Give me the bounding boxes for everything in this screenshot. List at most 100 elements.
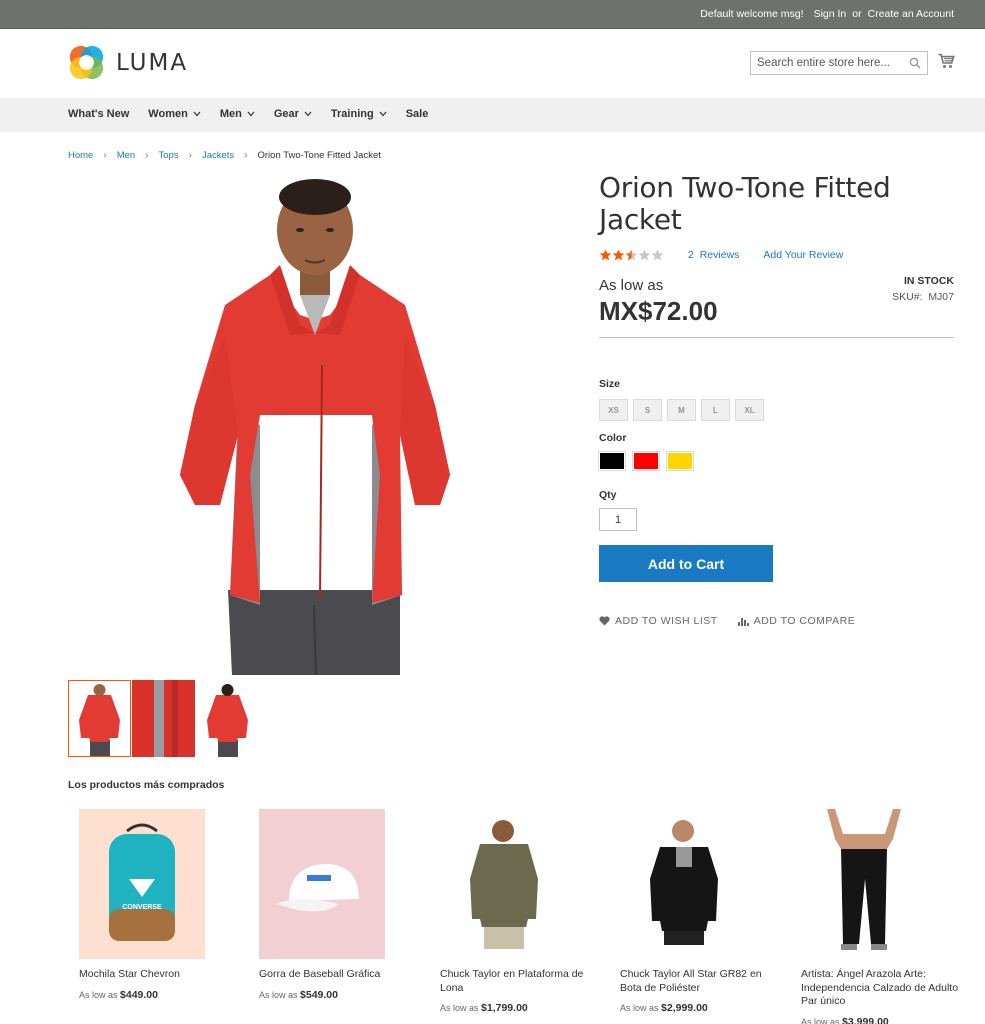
product-image-jacket[interactable]	[620, 809, 746, 959]
related-item-price: $2,999.00	[661, 1002, 708, 1014]
as-low-as-label: As low as	[259, 989, 298, 1000]
chevron-down-icon	[247, 111, 255, 117]
related-item[interactable]: Artista: Ángel Arazola Arte: Independenc…	[801, 809, 961, 1024]
nav-item-label: What's New	[68, 108, 130, 120]
breadcrumb: Home › Men › Tops › Jackets › Orion Two-Tone Fit…	[68, 150, 381, 161]
add-review-link[interactable]: Add Your Review	[763, 249, 843, 261]
size-option-s[interactable]: S	[633, 399, 662, 421]
nav-items: What's New Women Men Gear Training Sale	[68, 108, 447, 120]
as-low-as-label: As low as	[440, 1003, 479, 1013]
compare-label: ADD TO COMPARE	[753, 615, 856, 627]
breadcrumb-link[interactable]: Home	[68, 150, 93, 161]
related-item-name[interactable]: Mochila Star Chevron	[79, 968, 239, 982]
rating-stars	[599, 249, 664, 261]
nav-item-label: Women	[148, 108, 188, 120]
create-account-link[interactable]: Create an Account	[868, 8, 954, 20]
related-item-price-row: As low as $2,999.00	[620, 1002, 780, 1014]
product-main-image[interactable]	[150, 175, 480, 675]
or-text: or	[852, 8, 862, 20]
related-item-name[interactable]: Gorra de Baseball Gráfica	[259, 968, 419, 982]
nav-item-gear[interactable]: Gear	[274, 108, 312, 120]
chevron-down-icon	[193, 111, 201, 117]
size-option-m[interactable]: M	[667, 399, 696, 421]
main-navigation: What's New Women Men Gear Training Sale	[0, 98, 985, 132]
reviews-label: Reviews	[699, 249, 740, 261]
product-image-pants[interactable]	[801, 809, 927, 959]
logo[interactable]: LUMA	[68, 44, 188, 81]
thumbnail-1[interactable]	[68, 680, 131, 757]
related-item[interactable]: Chuck Taylor en Plataforma de Lona As lo…	[440, 809, 600, 1014]
related-item-price-row: As low as $449.00	[79, 989, 239, 1001]
related-item-price: $3,999.00	[842, 1015, 889, 1024]
product-image-backpack[interactable]: CONVERSE	[79, 809, 205, 959]
wishlist-label: ADD TO WISH LIST	[615, 615, 718, 627]
related-item-name[interactable]: Chuck Taylor All Star GR82 en Bota de Po…	[620, 968, 780, 995]
header-links: Default welcome msg! Sign In or Create a…	[700, 8, 954, 20]
sku-label: SKU#:	[892, 291, 923, 303]
nav-item-label: Gear	[273, 108, 299, 120]
size-label: Size	[599, 378, 621, 390]
breadcrumb-separator-icon: ›	[188, 150, 192, 161]
related-item-price: $549.00	[300, 988, 338, 1001]
rating-summary: 2 Reviews Add Your Review	[599, 249, 843, 261]
related-item[interactable]: Gorra de Baseball Gráfica As low as $549…	[259, 809, 419, 1001]
color-swatch[interactable]	[666, 451, 694, 471]
as-low-as-label: As low as	[620, 1003, 659, 1013]
product-actions: ADD TO WISH LIST ADD TO COMPARE	[599, 615, 855, 627]
product-image-hoodie[interactable]	[440, 809, 566, 959]
related-item-price: $449.00	[120, 988, 158, 1001]
related-item[interactable]: CONVERSE Mochila Star Chevron As low as …	[79, 809, 239, 1001]
thumbnail-3[interactable]	[196, 680, 259, 757]
related-products-title: Los productos más comprados	[68, 779, 225, 791]
nav-item-men[interactable]: Men	[220, 108, 255, 120]
sku-value: MJ07	[928, 291, 954, 303]
as-low-as-label: As low as	[599, 277, 664, 294]
qty-input[interactable]: 1	[599, 508, 637, 531]
size-options: XS S M L XL	[599, 399, 764, 421]
as-low-as-label: As low as	[801, 1016, 840, 1024]
search-icon[interactable]	[909, 57, 921, 69]
related-item[interactable]: Chuck Taylor All Star GR82 en Bota de Po…	[620, 809, 780, 1014]
star-icon	[599, 249, 612, 261]
nav-item-what-s-new[interactable]: What's New	[68, 108, 129, 120]
star-icon	[651, 249, 664, 261]
size-option-xl[interactable]: XL	[735, 399, 764, 421]
breadcrumb-current: Orion Two-Tone Fitted Jacket	[257, 150, 381, 161]
nav-item-label: Men	[219, 108, 242, 120]
size-option-l[interactable]: L	[701, 399, 730, 421]
chevron-down-icon	[304, 111, 312, 117]
add-to-wishlist-link[interactable]: ADD TO WISH LIST	[599, 615, 718, 627]
thumbnail-2[interactable]	[132, 680, 195, 757]
breadcrumb-separator-icon: ›	[103, 150, 107, 161]
add-to-cart-button[interactable]: Add to Cart	[599, 545, 773, 582]
reviews-link[interactable]: 2 Reviews	[688, 249, 739, 261]
color-swatch[interactable]	[598, 451, 626, 471]
search-box[interactable]	[750, 51, 928, 75]
color-label: Color	[599, 432, 627, 444]
star-icon	[612, 249, 625, 261]
color-swatch[interactable]	[632, 451, 660, 471]
sign-in-link[interactable]: Sign In	[814, 8, 847, 20]
star-icon	[625, 249, 638, 261]
nav-item-women[interactable]: Women	[148, 108, 201, 120]
size-option-xs[interactable]: XS	[599, 399, 628, 421]
qty-label: Qty	[599, 489, 617, 501]
search-input[interactable]	[751, 52, 901, 74]
related-item-price-row: As low as $3,999.00	[801, 1016, 961, 1024]
product-price: MX$72.00	[599, 296, 718, 326]
breadcrumb-link[interactable]: Men	[117, 150, 135, 161]
cart-icon[interactable]	[938, 53, 955, 69]
add-to-compare-link[interactable]: ADD TO COMPARE	[737, 615, 856, 627]
related-item-name[interactable]: Chuck Taylor en Plataforma de Lona	[440, 968, 600, 995]
breadcrumb-link[interactable]: Tops	[159, 150, 179, 161]
compare-icon	[737, 618, 749, 626]
breadcrumb-link[interactable]: Jackets	[202, 150, 234, 161]
nav-item-sale[interactable]: Sale	[406, 108, 429, 120]
welcome-message: Default welcome msg!	[700, 8, 804, 20]
divider	[599, 337, 954, 338]
product-title: Orion Two-Tone Fitted Jacket	[599, 171, 891, 236]
color-options	[598, 451, 694, 471]
product-image-cap[interactable]	[259, 809, 385, 959]
nav-item-training[interactable]: Training	[331, 108, 387, 120]
related-item-name[interactable]: Artista: Ángel Arazola Arte: Independenc…	[801, 968, 961, 1009]
